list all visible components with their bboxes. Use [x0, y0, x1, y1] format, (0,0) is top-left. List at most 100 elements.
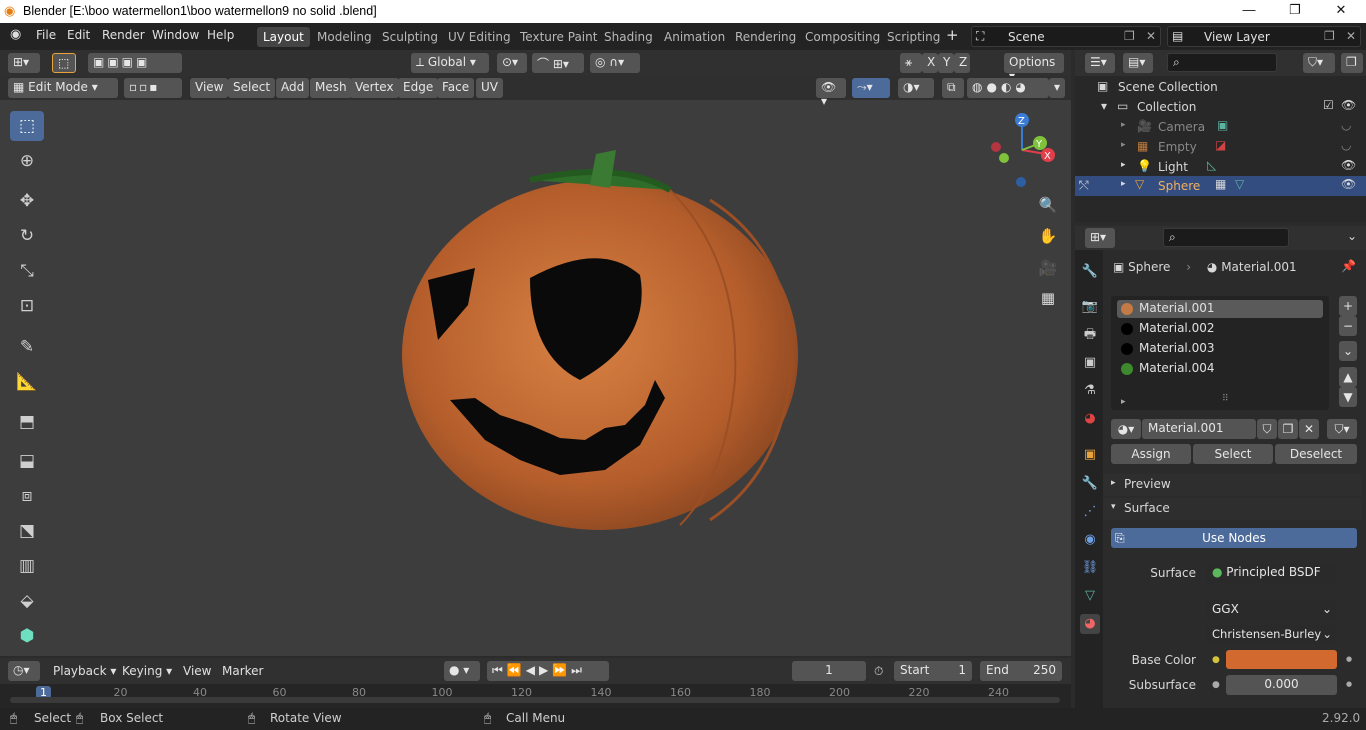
menu-window[interactable]: Window [152, 28, 199, 42]
keyframe-dot-icon[interactable]: ● [1346, 655, 1352, 663]
timeline-scrollbar[interactable] [10, 697, 1060, 703]
snap-icon[interactable]: ⌒ ⊞▾ [532, 53, 584, 73]
menu-render[interactable]: Render [102, 28, 145, 42]
menu-uv[interactable]: UV [476, 78, 503, 98]
tab-texture-paint[interactable]: Texture Paint [514, 27, 603, 47]
copy-view-layer-icon[interactable]: ❐ [1324, 29, 1335, 43]
constraints-tab-icon[interactable]: ⛓ [1080, 558, 1100, 578]
display-mode-icon[interactable]: ▤▾ [1123, 53, 1153, 73]
modifier-tab-icon[interactable]: 🔧 [1080, 474, 1100, 494]
expand-icon[interactable]: ▸ [1121, 179, 1126, 189]
eye-closed-icon[interactable]: ◡ [1341, 138, 1351, 152]
scale-tool-icon[interactable]: ⤡ [10, 256, 44, 286]
browse-material-icon[interactable]: ◕▾ [1111, 419, 1141, 439]
menu-view[interactable]: View [190, 78, 229, 98]
menu-select[interactable]: Select [228, 78, 276, 98]
options-dropdown[interactable]: Options ▾ [1004, 53, 1064, 83]
knife-tool-icon[interactable]: ⬙ [10, 586, 44, 616]
stopwatch-icon[interactable]: ⏱ [874, 664, 883, 679]
remove-slot-icon[interactable]: − [1339, 316, 1357, 336]
editor-type-icon[interactable]: ⊞▾ [8, 53, 40, 73]
outliner-collection[interactable]: ▾ ▭ Collection ☑ 👁 [1075, 97, 1366, 117]
gizmo-toggle-icon[interactable]: ⤳▾ [852, 78, 890, 98]
navigation-gizmo[interactable]: Z X Y [984, 110, 1060, 190]
eye-closed-icon[interactable]: ◡ [1341, 118, 1351, 132]
menu-mesh[interactable]: Mesh [310, 78, 352, 98]
outliner-item-light[interactable]: ▸ 💡 Light ◺ 👁 [1075, 157, 1366, 177]
select-box-tool-icon[interactable]: ⬚ [10, 111, 44, 141]
auto-keying-icon[interactable]: ● ▾ [444, 661, 480, 681]
surface-shader-field[interactable]: ● Principled BSDF [1206, 563, 1337, 583]
object-tab-icon[interactable]: ▣ [1080, 445, 1100, 465]
tab-modeling[interactable]: Modeling [311, 27, 378, 47]
select-mode-buttons[interactable]: ▫▫▪ [124, 78, 182, 98]
poly-build-tool-icon[interactable]: ⬢ [10, 621, 44, 651]
output-tab-icon[interactable]: 🖶 [1080, 325, 1100, 345]
menu-edge[interactable]: Edge [398, 78, 439, 98]
use-nodes-button[interactable]: ⎘ Use Nodes [1111, 528, 1357, 548]
pan-hand-icon[interactable]: ✋ [1036, 224, 1060, 248]
mode-selector[interactable]: ▦ Edit Mode ▾ [8, 78, 118, 98]
fake-user-icon[interactable]: ⛉ [1257, 419, 1277, 439]
xray-icon[interactable]: ⧉ [942, 78, 964, 98]
mirror-z[interactable]: Z [954, 53, 970, 73]
menu-vertex[interactable]: Vertex [350, 78, 399, 98]
unlink-material-icon[interactable]: ✕ [1299, 419, 1319, 439]
base-color-swatch[interactable] [1226, 650, 1337, 669]
outliner-item-camera[interactable]: ▸ 🎥 Camera ▣ ◡ [1075, 117, 1366, 137]
checkbox-icon[interactable]: ☑ [1323, 98, 1334, 112]
timeline-menu-keying[interactable]: Keying ▾ [122, 664, 172, 678]
pin-icon[interactable]: 📌 [1341, 259, 1356, 273]
close-view-layer-icon[interactable]: ✕ [1346, 29, 1356, 43]
zoom-icon[interactable]: 🔍 [1036, 193, 1060, 217]
view-layer-tab-icon[interactable]: ▣ [1080, 353, 1100, 373]
resize-handle-icon[interactable]: ⠿ [1222, 394, 1229, 404]
slot-menu-icon[interactable]: ⌄ [1339, 341, 1357, 361]
move-tool-icon[interactable]: ✥ [10, 186, 44, 216]
filter-icon[interactable]: ⛉▾ [1303, 53, 1335, 73]
add-slot-icon[interactable]: + [1339, 296, 1357, 316]
pivot-point-icon[interactable]: ⊙▾ [497, 53, 527, 73]
material-tab-icon[interactable]: ◕ [1080, 614, 1100, 634]
expand-icon[interactable]: ▸ [1121, 397, 1126, 407]
distribution-select[interactable]: GGX ⌄ [1206, 600, 1337, 620]
menu-face[interactable]: Face [437, 78, 475, 98]
eye-icon[interactable]: 👁 [1341, 177, 1356, 191]
playback-controls[interactable]: ⏮⏪◀▶⏩⏭ [487, 661, 609, 681]
particles-tab-icon[interactable]: ⋰ [1080, 502, 1100, 522]
chevron-down-icon[interactable]: ⌄ [1347, 229, 1357, 243]
properties-editor-icon[interactable]: ⊞▾ [1085, 228, 1115, 248]
add-cube-tool-icon[interactable]: ⬒ [10, 407, 44, 437]
expand-icon[interactable]: ▸ [1121, 140, 1126, 150]
material-slot[interactable]: Material.004 [1117, 360, 1323, 378]
tab-animation[interactable]: Animation [658, 27, 731, 47]
blender-menu-icon[interactable]: ◉ [10, 27, 21, 42]
add-workspace-icon[interactable]: + [946, 26, 959, 44]
view-layer-selector[interactable]: ▤ View Layer ❐ ✕ [1167, 26, 1361, 47]
tab-uv-editing[interactable]: UV Editing [442, 27, 517, 47]
visibility-icon[interactable]: 👁▾ [816, 78, 846, 108]
tool-tab-icon[interactable]: 🔧 [1080, 262, 1100, 282]
camera-view-icon[interactable]: 🎥 [1036, 256, 1060, 280]
proportional-edit-icon[interactable]: ◎ ∩▾ [590, 53, 640, 73]
timeline-editor-icon[interactable]: ◷▾ [8, 661, 40, 681]
loop-cut-tool-icon[interactable]: ▥ [10, 551, 44, 581]
keyframe-dot-icon[interactable]: ● [1346, 680, 1352, 688]
start-frame-field[interactable]: Start 1 [894, 661, 972, 681]
deselect-button[interactable]: Deselect [1275, 444, 1357, 464]
subsurface-value-field[interactable]: 0.000 [1226, 675, 1337, 695]
timeline-menu-marker[interactable]: Marker [222, 664, 263, 678]
timeline-menu-playback[interactable]: Playback ▾ [53, 664, 116, 678]
menu-add[interactable]: Add [276, 78, 310, 98]
inset-tool-icon[interactable]: ⧈ [10, 481, 44, 511]
mirror-y[interactable]: Y [938, 53, 954, 73]
tab-scripting[interactable]: Scripting [881, 27, 946, 47]
select-tool-icon[interactable]: ⬚ [52, 53, 76, 73]
pumpkin-mesh[interactable] [380, 140, 820, 540]
duplicate-material-icon[interactable]: ❐ [1278, 419, 1298, 439]
menu-help[interactable]: Help [207, 28, 234, 42]
measure-tool-icon[interactable]: 📐 [10, 367, 44, 397]
minimize-button[interactable]: — [1234, 2, 1264, 20]
grid-view-icon[interactable]: ▦ [1036, 286, 1060, 310]
node-tree-icon[interactable]: ⛉▾ [1327, 419, 1357, 439]
